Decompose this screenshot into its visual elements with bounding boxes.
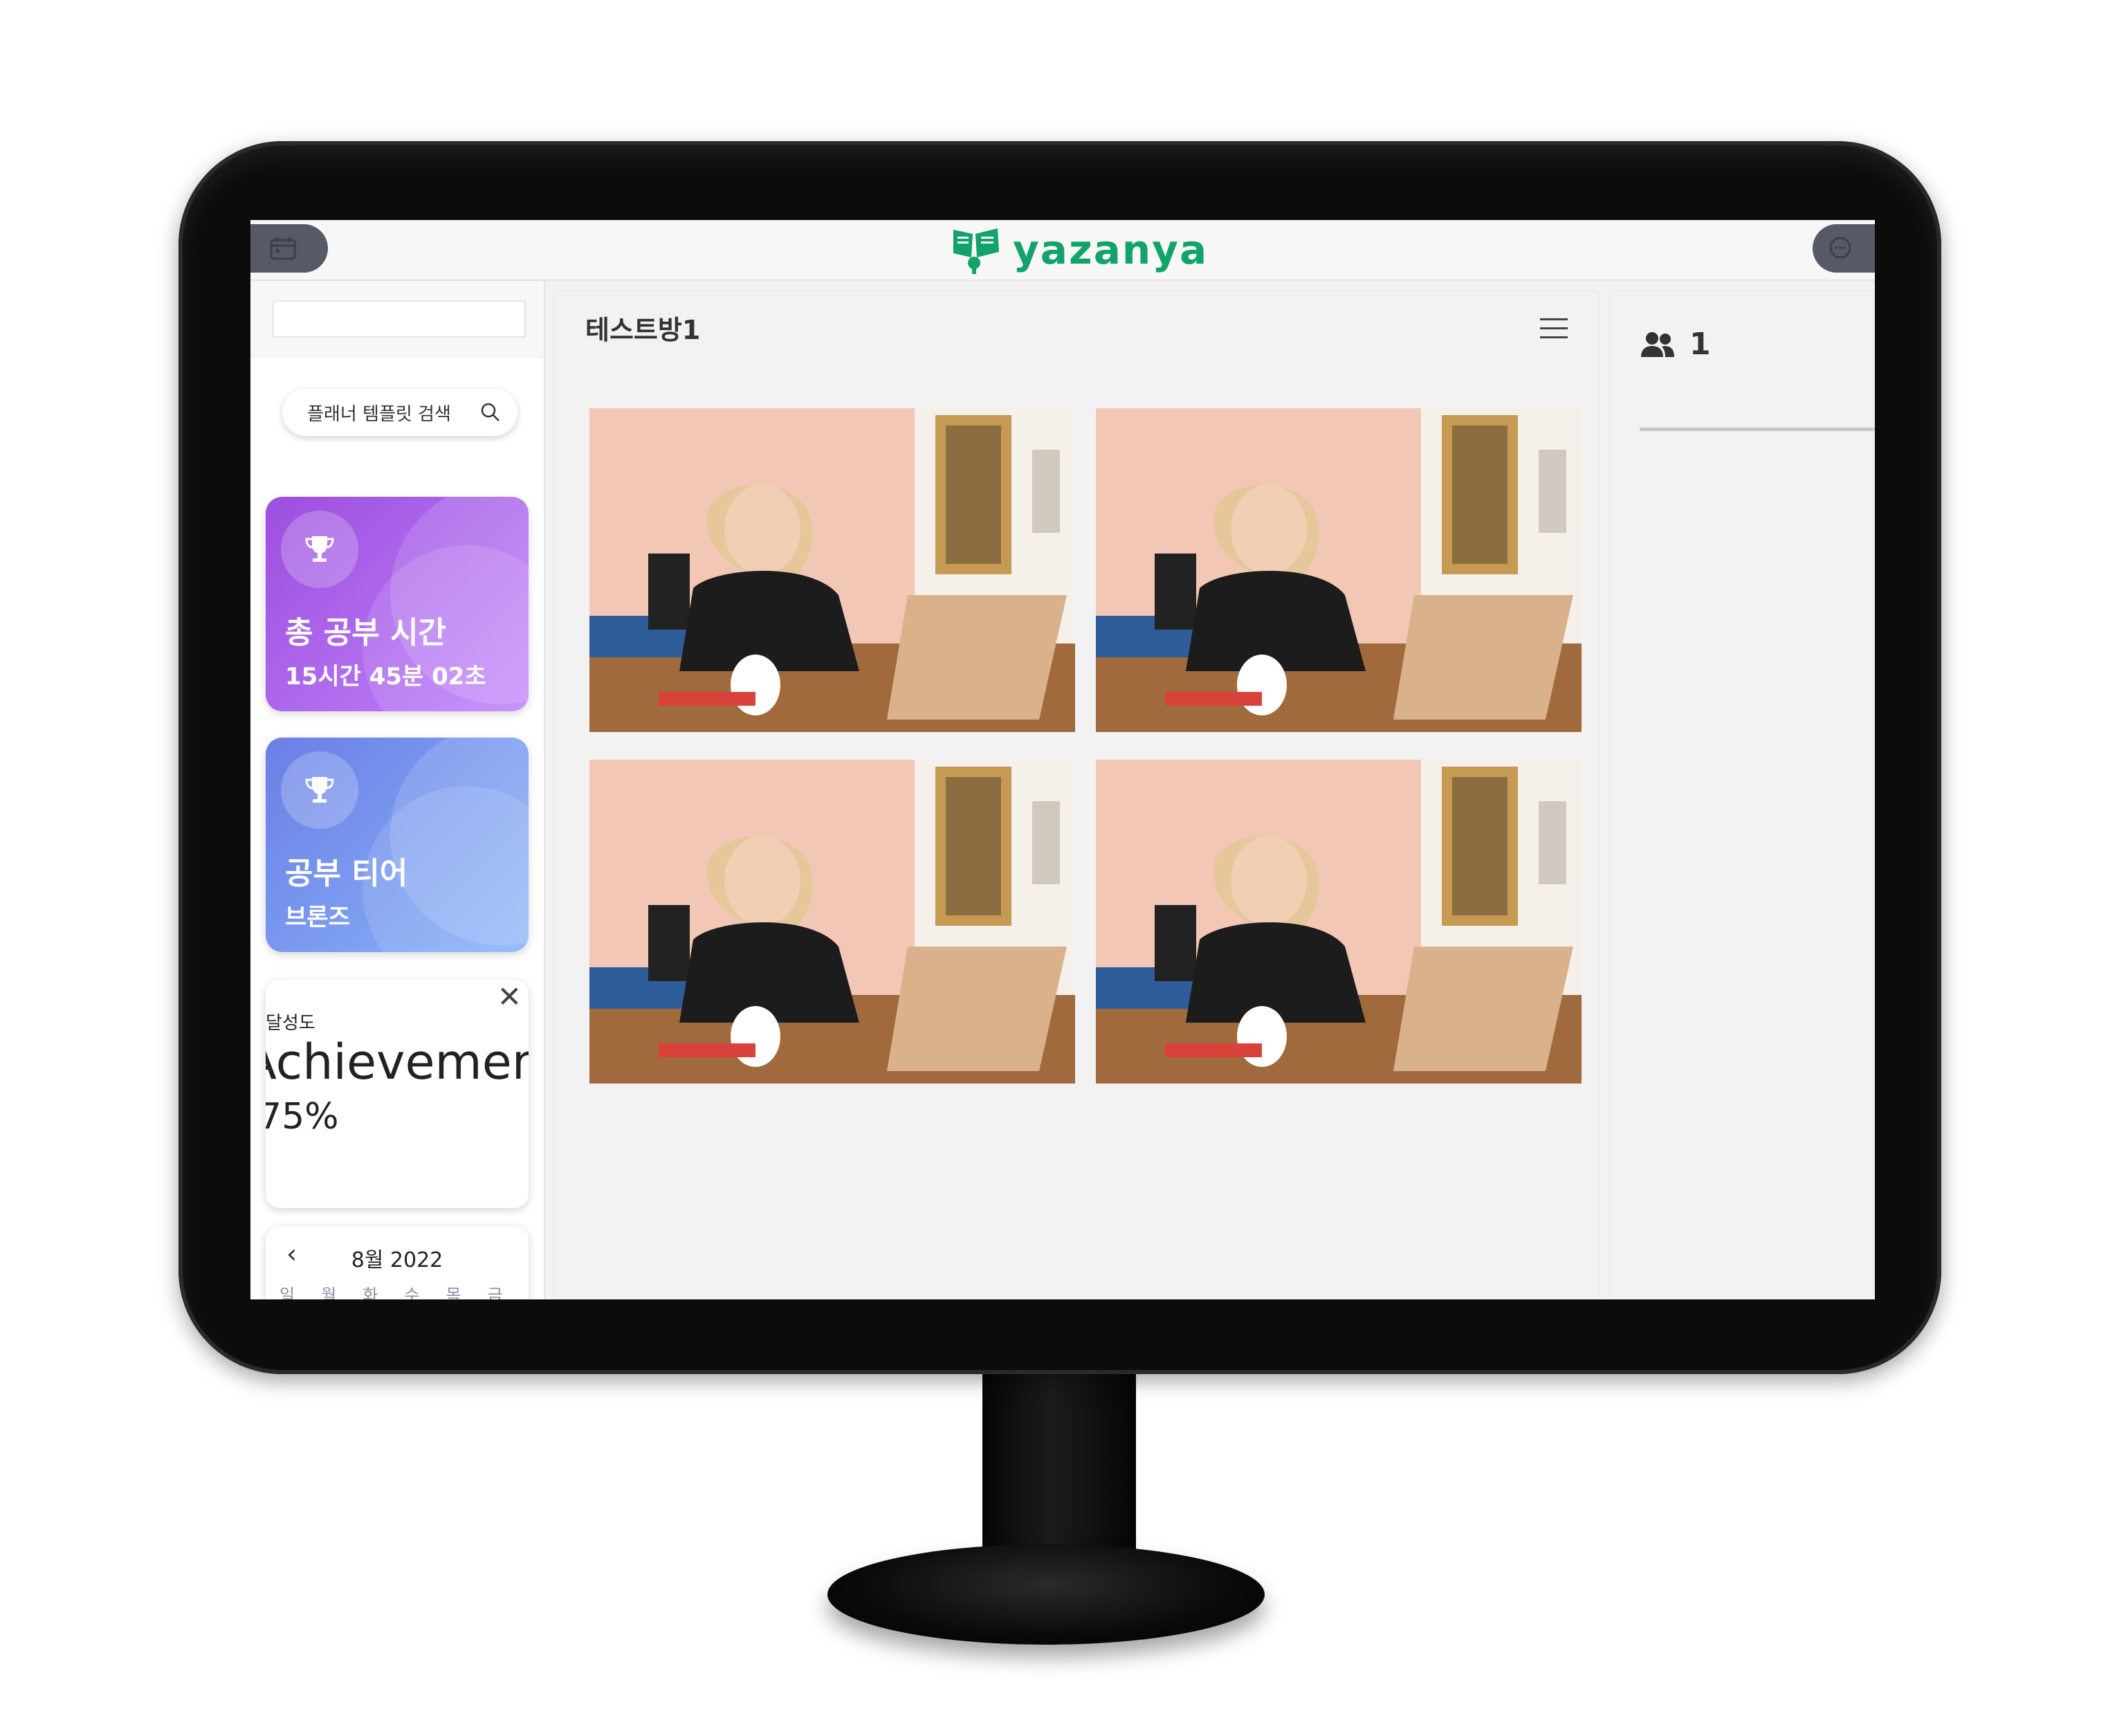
weekday-label: 일 [279, 1286, 295, 1299]
total-study-time-card[interactable]: 총 공부 시간 15시간 45분 02초 [266, 497, 529, 711]
video-grid [589, 408, 1582, 1084]
card-value: 15시간 45분 02초 [285, 663, 486, 691]
weekday-label: 화 [363, 1286, 378, 1299]
trophy-badge [281, 751, 358, 829]
logo-text: yazanya [1013, 226, 1209, 273]
close-icon[interactable]: ✕ [497, 980, 522, 1014]
video-tile[interactable] [1096, 408, 1582, 732]
participant-count-value: 1 [1689, 327, 1711, 362]
calendar-month: 8월 2022 [351, 1248, 443, 1272]
trophy-icon [305, 536, 334, 562]
weekday-label: 수 [404, 1286, 420, 1299]
achievement-title: Achievement [266, 1034, 529, 1090]
trophy-badge [281, 511, 358, 588]
monitor-base [827, 1544, 1265, 1645]
participants-panel: 1 [1611, 292, 1875, 1299]
card-value: 브론즈 [285, 904, 350, 931]
app-logo[interactable]: yazanya [949, 220, 1208, 280]
video-tile[interactable] [589, 760, 1075, 1084]
weekday-label: 월 [321, 1286, 337, 1299]
panel-divider [1640, 428, 1875, 431]
study-room-panel: 테스트방1 [555, 292, 1598, 1299]
sidebar-input[interactable] [273, 300, 526, 338]
left-sidebar: 플래너 템플릿 검색 총 공부 시간 15시간 45분 02초 공부 티어 브론… [250, 281, 545, 1299]
video-tile[interactable] [589, 408, 1075, 732]
screen: yazanya 플래너 템플릿 검색 총 공부 시간 15시간 45분 02초 … [250, 220, 1875, 1299]
template-search-label: 플래너 템플릿 검색 [307, 403, 451, 425]
template-search-button[interactable]: 플래너 템플릿 검색 [282, 389, 517, 436]
trophy-icon [305, 777, 334, 803]
weekday-label: 금 [487, 1286, 503, 1299]
chat-toggle-button[interactable] [1813, 224, 1875, 273]
sidebar-content: 플래너 템플릿 검색 총 공부 시간 15시간 45분 02초 공부 티어 브론… [250, 358, 544, 1299]
calendar-weekdays: 일 월 화 수 목 금 [279, 1281, 503, 1299]
card-title: 총 공부 시간 [285, 615, 447, 650]
study-tier-card[interactable]: 공부 티어 브론즈 [266, 738, 529, 952]
top-bar: yazanya [250, 220, 1875, 281]
calendar-icon [270, 237, 296, 260]
search-icon [481, 403, 500, 421]
users-icon [1641, 331, 1674, 357]
weekday-label: 목 [446, 1286, 461, 1299]
chat-icon [1829, 237, 1851, 259]
participant-count[interactable]: 1 [1640, 327, 1711, 362]
achievement-label: 달성도 [266, 1013, 315, 1034]
achievement-card: ✕ 달성도 Achievement 75% [266, 980, 529, 1208]
yazanya-logo-icon [953, 228, 999, 274]
achievement-value: 75% [266, 1096, 339, 1137]
video-tile[interactable] [1096, 760, 1582, 1084]
room-title: 테스트방1 [585, 315, 701, 345]
calendar-toggle-button[interactable] [250, 224, 328, 273]
card-title: 공부 티어 [285, 856, 408, 891]
calendar-card: ‹ 8월 2022 일 월 화 수 목 금 [266, 1226, 529, 1299]
hamburger-menu-icon[interactable] [1540, 318, 1568, 339]
